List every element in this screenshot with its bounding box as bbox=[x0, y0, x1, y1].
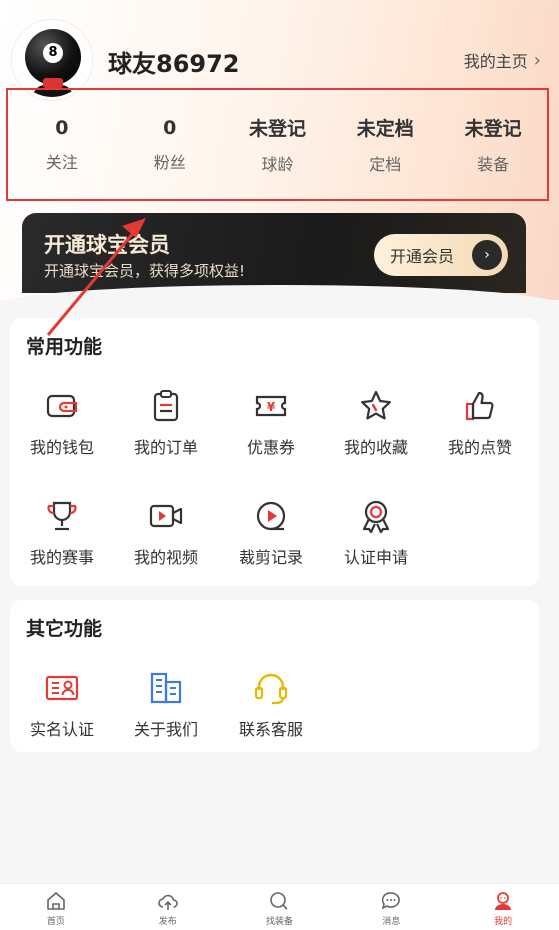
star-icon bbox=[361, 390, 391, 420]
tab-label: 首页 bbox=[46, 917, 65, 927]
func-orders[interactable]: 我的订单 bbox=[116, 388, 216, 458]
func-label: 实名认证 bbox=[29, 720, 94, 739]
vip-title: 开通球宝会员 bbox=[44, 233, 170, 257]
home-icon bbox=[47, 892, 65, 910]
stat-value: 0 bbox=[163, 116, 177, 139]
func-label: 裁剪记录 bbox=[238, 548, 303, 567]
stat-label: 关注 bbox=[45, 152, 78, 172]
upload-cloud-icon bbox=[157, 894, 178, 910]
trophy-icon bbox=[47, 501, 77, 531]
func-clip-records[interactable]: 裁剪记录 bbox=[221, 498, 321, 568]
stat-value: 0 bbox=[55, 116, 69, 139]
avatar-number: 8 bbox=[43, 43, 63, 63]
stat-label: 定档 bbox=[369, 155, 402, 174]
stat-rank[interactable]: 未定档 定档 bbox=[331, 114, 439, 175]
username: 球友86972 bbox=[108, 50, 240, 78]
tab-label: 发布 bbox=[158, 917, 177, 927]
tab-home[interactable]: 首页 bbox=[0, 884, 112, 930]
play-circle-icon bbox=[256, 501, 286, 531]
stats-bar: 0 关注 0 粉丝 未登记 球龄 未定档 定档 未登记 装备 bbox=[6, 88, 549, 201]
wallet-icon bbox=[46, 394, 78, 418]
func-certification[interactable]: 认证申请 bbox=[326, 498, 426, 568]
stat-play-age[interactable]: 未登记 球龄 bbox=[224, 114, 332, 175]
vip-subtitle: 开通球宝会员，获得多项权益! bbox=[44, 262, 246, 280]
section-title: 常用功能 bbox=[26, 336, 103, 358]
section-title: 其它功能 bbox=[26, 618, 103, 640]
func-label: 我的赛事 bbox=[29, 548, 94, 567]
open-vip-button[interactable]: 开通会员 › bbox=[374, 234, 508, 276]
homepage-link[interactable]: 我的主页 › bbox=[464, 48, 541, 72]
func-coupons[interactable]: ¥ 优惠券 bbox=[221, 388, 321, 458]
func-label: 认证申请 bbox=[343, 548, 408, 567]
chevron-right-icon: › bbox=[533, 49, 541, 71]
message-icon bbox=[382, 892, 401, 910]
thumbs-up-icon bbox=[465, 391, 494, 421]
stat-label: 装备 bbox=[477, 155, 510, 174]
video-icon bbox=[149, 504, 183, 528]
stat-value: 未登记 bbox=[464, 118, 522, 140]
profile-icon bbox=[495, 892, 512, 910]
func-label: 我的视频 bbox=[133, 548, 198, 567]
building-icon bbox=[150, 672, 182, 704]
func-likes[interactable]: 我的点赞 bbox=[430, 388, 530, 458]
stat-label: 粉丝 bbox=[153, 152, 186, 172]
bow-tie-icon bbox=[43, 78, 63, 88]
tab-label: 找装备 bbox=[265, 917, 293, 927]
func-videos[interactable]: 我的视频 bbox=[116, 498, 216, 568]
headset-icon bbox=[254, 673, 288, 705]
search-icon bbox=[270, 892, 289, 910]
svg-text:¥: ¥ bbox=[267, 400, 276, 414]
open-vip-label: 开通会员 bbox=[390, 247, 455, 266]
func-label: 优惠券 bbox=[246, 438, 295, 457]
func-wallet[interactable]: 我的钱包 bbox=[12, 388, 112, 458]
coupon-icon: ¥ bbox=[255, 395, 287, 417]
homepage-label: 我的主页 bbox=[463, 52, 528, 71]
func-customer-service[interactable]: 联系客服 bbox=[221, 670, 321, 740]
func-label: 我的钱包 bbox=[29, 438, 94, 457]
func-favorites[interactable]: 我的收藏 bbox=[326, 388, 426, 458]
common-functions-card: 常用功能 我的钱包 我的订单 ¥ 优惠券 我的收藏 我的点赞 我的赛事 我的视频… bbox=[10, 318, 539, 586]
chevron-right-icon: › bbox=[472, 240, 502, 270]
tab-messages[interactable]: 消息 bbox=[335, 884, 447, 930]
stat-value: 未登记 bbox=[248, 118, 306, 140]
id-card-icon bbox=[45, 675, 79, 701]
vip-banner[interactable]: 开通球宝会员 开通球宝会员，获得多项权益! 开通会员 › bbox=[22, 213, 526, 293]
stat-label: 球龄 bbox=[261, 155, 294, 174]
func-label: 我的收藏 bbox=[343, 438, 408, 457]
other-functions-card: 其它功能 实名认证 关于我们 联系客服 bbox=[10, 600, 539, 752]
tab-find-equipment[interactable]: 找装备 bbox=[224, 884, 336, 930]
stat-followers[interactable]: 0 粉丝 bbox=[116, 117, 224, 173]
stat-following[interactable]: 0 关注 bbox=[8, 117, 116, 173]
tab-mine[interactable]: 我的 bbox=[447, 884, 559, 930]
eight-ball-icon: 8 bbox=[25, 29, 81, 85]
certificate-icon bbox=[362, 500, 390, 534]
stat-value: 未定档 bbox=[356, 118, 414, 140]
order-icon bbox=[153, 390, 179, 422]
tab-label: 我的 bbox=[494, 917, 513, 927]
func-label: 我的点赞 bbox=[447, 438, 512, 457]
func-label: 关于我们 bbox=[133, 720, 198, 739]
tab-publish[interactable]: 发布 bbox=[112, 884, 224, 930]
func-label: 我的订单 bbox=[133, 438, 198, 457]
func-about-us[interactable]: 关于我们 bbox=[116, 670, 216, 740]
bottom-tab-bar: 首页 发布 找装备 消息 我的 bbox=[0, 883, 559, 930]
tab-label: 消息 bbox=[382, 917, 401, 927]
stat-equipment[interactable]: 未登记 装备 bbox=[439, 114, 547, 175]
func-events[interactable]: 我的赛事 bbox=[12, 498, 112, 568]
func-real-name[interactable]: 实名认证 bbox=[12, 670, 112, 740]
func-label: 联系客服 bbox=[238, 720, 303, 739]
